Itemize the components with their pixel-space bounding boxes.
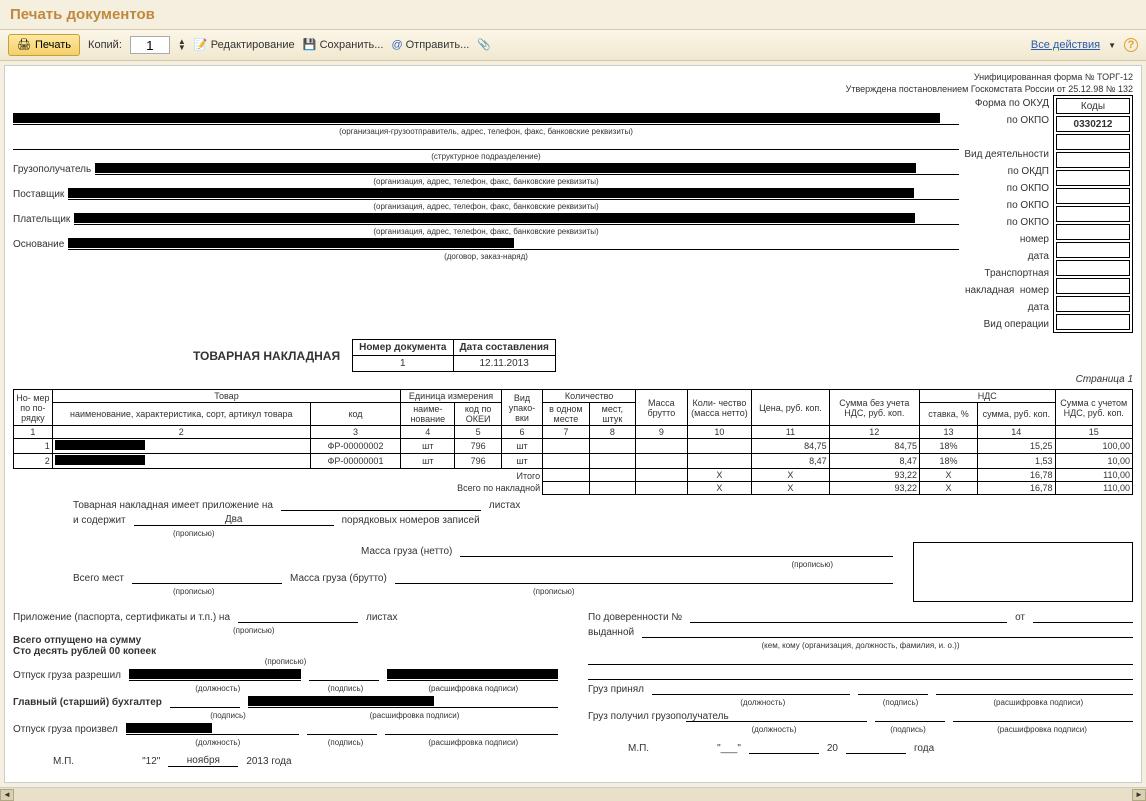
table-row: 2 ФР-00000001шт796шт 8,47 8,47 18% 1,53 … <box>14 454 1133 469</box>
print-label: Печать <box>35 39 71 51</box>
stamp-box <box>913 542 1133 602</box>
struct-caption: (структурное подразделение) <box>13 152 959 161</box>
dropdown-icon[interactable]: ▼ <box>1108 41 1116 50</box>
scroll-right-icon[interactable]: ► <box>1132 789 1146 801</box>
form-line1: Унифицированная форма № ТОРГ-12 <box>13 72 1133 84</box>
all-actions-button[interactable]: Все действия <box>1031 39 1100 51</box>
copies-spinner[interactable]: ▲▼ <box>178 39 186 51</box>
table-row: 1 ФР-00000002шт796шт 84,75 84,75 18% 15,… <box>14 439 1133 454</box>
copies-label: Копий: <box>88 39 122 51</box>
payer-label: Плательщик <box>13 214 74 225</box>
supplier-label: Поставщик <box>13 189 68 200</box>
document-area: Унифицированная форма № ТОРГ-12 Утвержде… <box>4 65 1142 783</box>
page-number: Страница 1 <box>13 374 1133 385</box>
printer-icon: 🖨 <box>17 38 31 52</box>
edit-icon: 📝 <box>194 38 208 52</box>
at-icon: @ <box>391 39 402 51</box>
basis-label: Основание <box>13 239 68 250</box>
print-button[interactable]: 🖨 Печать <box>8 34 80 56</box>
scroll-left-icon[interactable]: ◄ <box>0 789 14 801</box>
save-icon: 💾 <box>303 38 317 52</box>
org-caption: (организация-грузоотправитель, адрес, те… <box>13 127 959 136</box>
window-title: Печать документов <box>0 0 1146 30</box>
main-table: Но- мер по по- рядку Товар Единица измер… <box>13 389 1133 495</box>
codes-table: Коды 0330212 <box>1053 95 1133 333</box>
docmeta-table: Номер документаДата составления 112.11.2… <box>352 339 556 372</box>
consignee-label: Грузополучатель <box>13 164 95 175</box>
edit-button[interactable]: 📝 Редактирование <box>194 38 295 52</box>
attach-icon[interactable]: 📎 <box>477 38 491 52</box>
toolbar: 🖨 Печать Копий: ▲▼ 📝 Редактирование 💾 Со… <box>0 30 1146 61</box>
copies-input[interactable] <box>130 36 170 54</box>
save-button[interactable]: 💾 Сохранить... <box>303 38 384 52</box>
doc-title: ТОВАРНАЯ НАКЛАДНАЯ <box>193 349 340 363</box>
form-line2: Утверждена постановлением Госкомстата Ро… <box>13 84 1133 96</box>
sum-words: Сто десять рублей 00 копеек <box>13 646 558 657</box>
released-sum-label: Всего отпущено на сумму <box>13 635 558 646</box>
horizontal-scrollbar[interactable]: ◄ ► <box>0 787 1146 801</box>
help-icon[interactable]: ? <box>1124 38 1138 52</box>
send-button[interactable]: @ Отправить... <box>391 39 469 51</box>
